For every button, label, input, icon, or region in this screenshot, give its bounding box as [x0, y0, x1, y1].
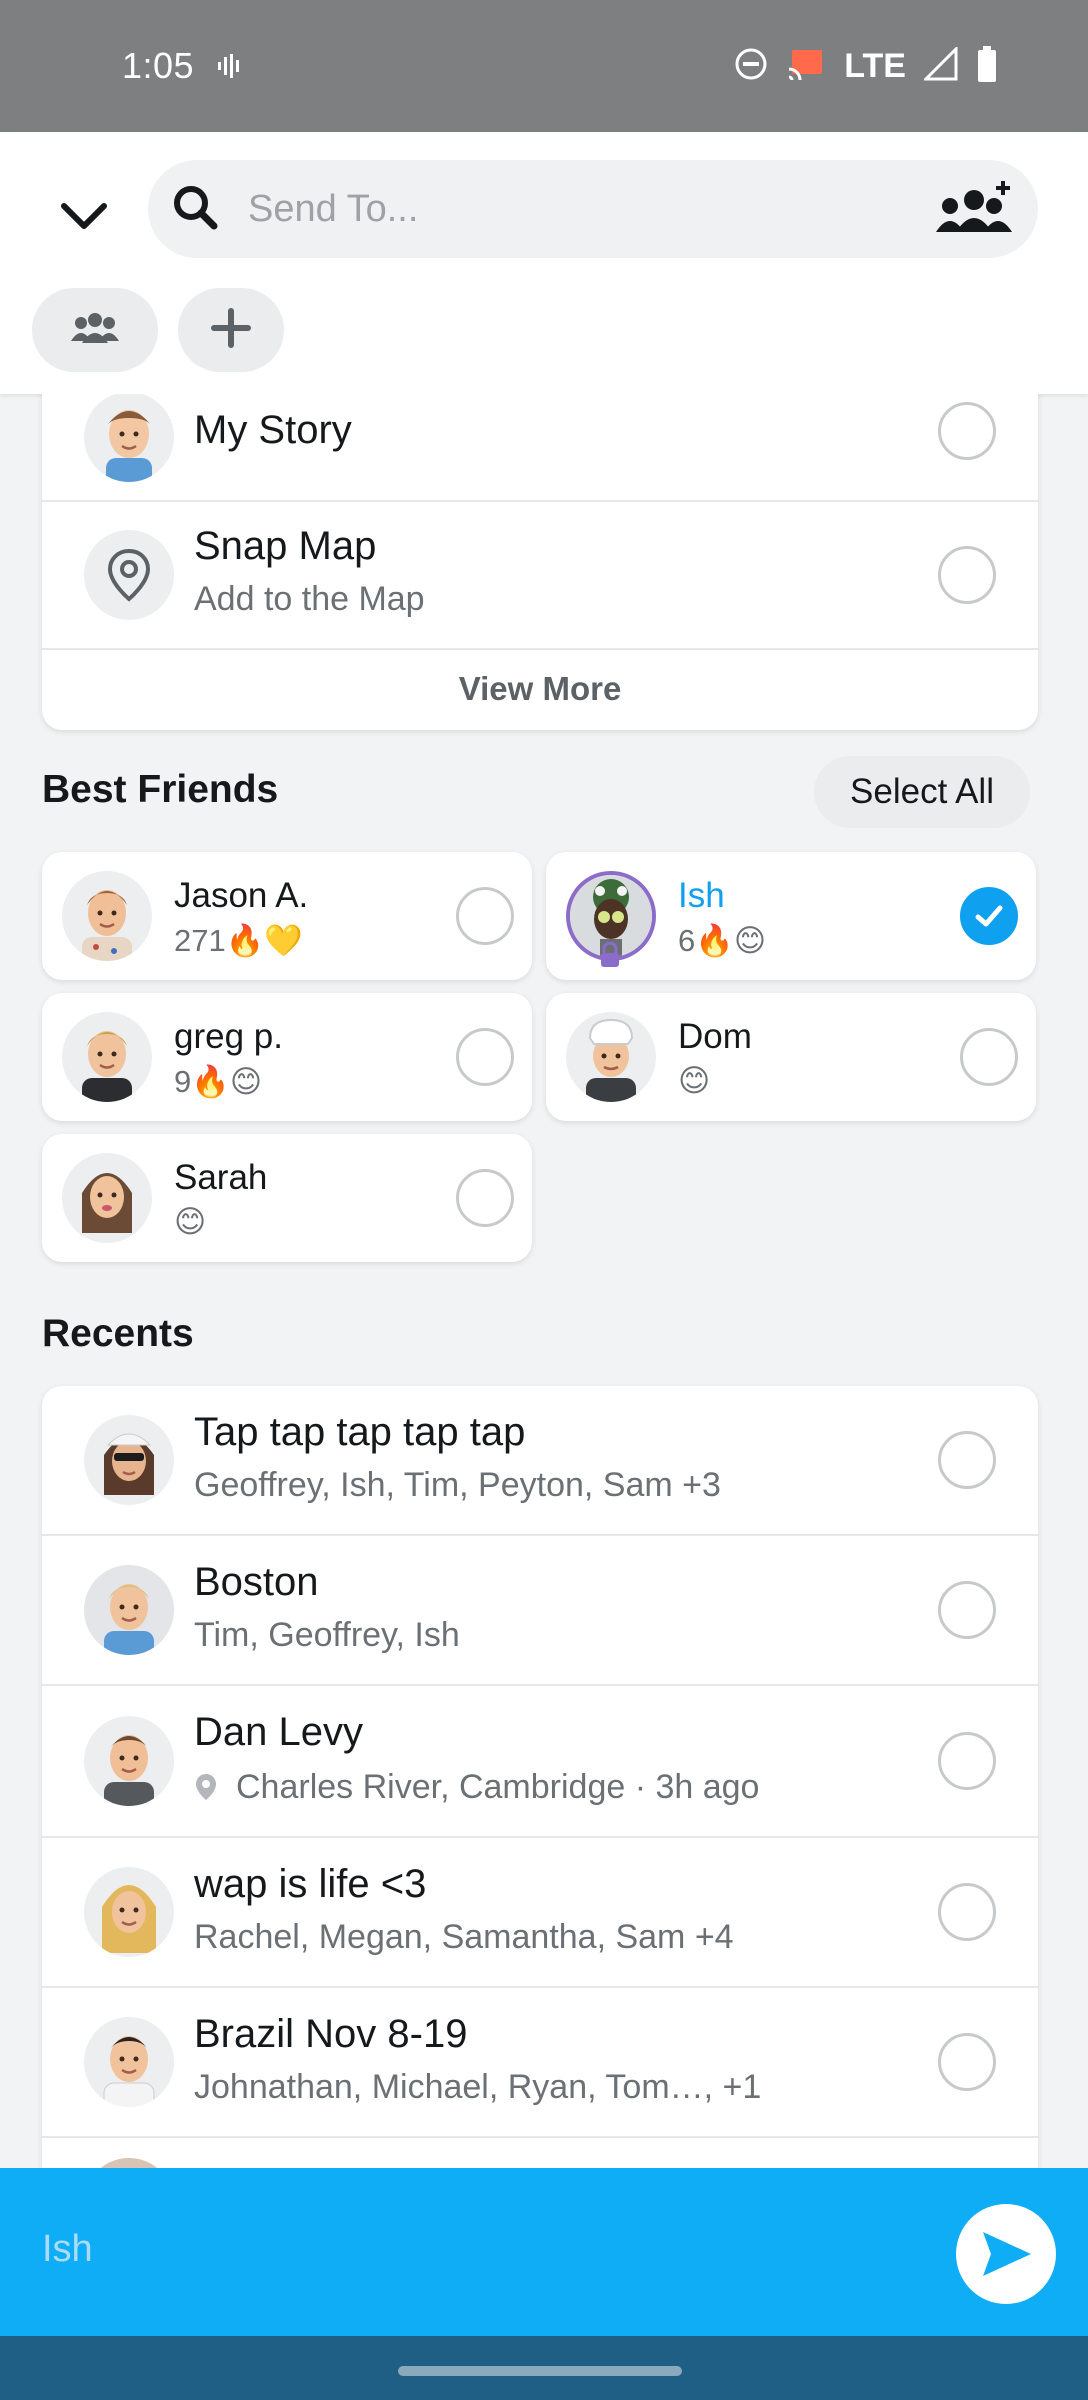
- row-subtitle: Rachel, Megan, Samantha, Sam +4: [194, 1918, 734, 1956]
- radio-button[interactable]: [938, 1732, 996, 1790]
- avatar: [84, 2158, 174, 2168]
- radio-button[interactable]: [938, 1581, 996, 1639]
- friend-tile-ish[interactable]: Ish 6🔥😊: [546, 852, 1036, 980]
- selected-recipients: Ish: [42, 2228, 93, 2270]
- avatar: [62, 871, 152, 961]
- send-bar: Ish: [0, 2168, 1088, 2336]
- recents-card: Tap tap tap tap tap Geoffrey, Ish, Tim, …: [42, 1386, 1038, 2168]
- avatar: [84, 1565, 174, 1655]
- radio-button[interactable]: [456, 887, 514, 945]
- radio-button[interactable]: [938, 402, 996, 460]
- search-placeholder: Send To...: [248, 187, 419, 230]
- avatar: [84, 1716, 174, 1806]
- search-icon: [170, 182, 220, 237]
- row-title: Brazil Nov 8-19: [194, 2012, 468, 2056]
- friend-streak: 271🔥💛: [174, 923, 303, 958]
- row-title: My Story: [194, 408, 352, 452]
- radio-button[interactable]: [456, 1028, 514, 1086]
- network-type: LTE: [844, 47, 906, 85]
- row-subtitle: Tim, Geoffrey, Ish: [194, 1616, 460, 1654]
- plus-icon: [209, 306, 253, 355]
- list-item[interactable]: wap is life <3 Rachel, Megan, Samantha, …: [42, 1838, 1038, 1986]
- friend-tile-dom[interactable]: Dom 😊: [546, 993, 1036, 1121]
- checkmark-icon: [975, 905, 1003, 927]
- row-title: Snap Map: [194, 524, 377, 568]
- friend-streak: 6🔥😊: [678, 923, 767, 958]
- list-item[interactable]: Dan Levy Charles River, Cambridge · 3h a…: [42, 1686, 1038, 1836]
- list-item[interactable]: Brazil Nov 8-19 Johnathan, Michael, Ryan…: [42, 1988, 1038, 2136]
- location-pin-icon: [84, 530, 174, 620]
- friend-tile-greg[interactable]: greg p. 9🔥😊: [42, 993, 532, 1121]
- select-all-button[interactable]: Select All: [814, 756, 1030, 828]
- row-title: Dan Levy: [194, 1710, 363, 1754]
- friend-name: greg p.: [174, 1017, 283, 1056]
- row-title: Boston: [194, 1560, 319, 1604]
- avatar: [62, 1012, 152, 1102]
- navigation-bar: [0, 2336, 1088, 2400]
- search-input[interactable]: Send To...: [148, 160, 1038, 258]
- chevron-down-icon[interactable]: [56, 188, 112, 244]
- view-more-button[interactable]: View More: [42, 670, 1038, 708]
- avatar: [566, 1012, 656, 1102]
- friend-name: Dom: [678, 1017, 752, 1056]
- status-bar: 1:05 LTE: [0, 0, 1088, 132]
- row-title: Tap tap tap tap tap: [194, 1410, 526, 1454]
- list-item[interactable]: Boston Tim, Geoffrey, Ish: [42, 1536, 1038, 1684]
- radio-button[interactable]: [456, 1169, 514, 1227]
- location-pin-icon: [194, 1772, 218, 1807]
- radio-button[interactable]: [938, 2033, 996, 2091]
- stories-card: My Story Snap Map Add to the Map View Mo…: [42, 394, 1038, 730]
- send-to-header: Send To...: [0, 132, 1088, 394]
- send-button[interactable]: [956, 2204, 1056, 2304]
- add-friends-icon[interactable]: [934, 180, 1014, 240]
- row-subtitle: Geoffrey, Ish, Tim, Peyton, Sam +3: [194, 1466, 721, 1504]
- add-chip[interactable]: [178, 288, 284, 372]
- avatar: [84, 1415, 174, 1505]
- avatar: [84, 1867, 174, 1957]
- lock-icon: [599, 941, 621, 973]
- friend-tile-jason[interactable]: Jason A. 271🔥💛: [42, 852, 532, 980]
- vibrate-icon: [214, 51, 244, 81]
- radio-button-checked[interactable]: [960, 887, 1018, 945]
- row-subtitle: Johnathan, Michael, Ryan, Tom…, +1: [194, 2068, 762, 2106]
- row-subtitle: Charles River, Cambridge · 3h ago: [236, 1768, 760, 1806]
- cast-icon: [786, 47, 826, 86]
- friend-streak: 9🔥😊: [174, 1064, 263, 1099]
- friend-name: Jason A.: [174, 876, 309, 915]
- new-group-chip[interactable]: [32, 288, 158, 372]
- row-title: wap is life <3: [194, 1862, 427, 1906]
- status-icons: LTE: [734, 45, 998, 87]
- friend-emoji: 😊: [678, 1063, 711, 1098]
- radio-button[interactable]: [938, 1883, 996, 1941]
- group-icon: [70, 311, 120, 350]
- avatar: [62, 1153, 152, 1243]
- battery-icon: [976, 46, 998, 87]
- best-friends-heading: Best Friends: [42, 768, 279, 811]
- friend-emoji: 😊: [174, 1204, 207, 1239]
- row-subtitle: Add to the Map: [194, 580, 425, 618]
- friend-name: Ish: [678, 876, 725, 915]
- home-indicator[interactable]: [398, 2366, 682, 2376]
- radio-button[interactable]: [960, 1028, 1018, 1086]
- signal-icon: [922, 45, 958, 86]
- list-item-my-story[interactable]: My Story: [42, 394, 1038, 500]
- radio-button[interactable]: [938, 546, 996, 604]
- send-arrow-icon: [983, 2232, 1031, 2276]
- list-item-snap-map[interactable]: Snap Map Add to the Map: [42, 502, 1038, 648]
- list-item-partial[interactable]: [42, 2138, 1038, 2168]
- friend-tile-sarah[interactable]: Sarah 😊: [42, 1134, 532, 1262]
- avatar: [84, 2017, 174, 2107]
- divider: [42, 648, 1038, 650]
- recents-heading: Recents: [42, 1312, 194, 1355]
- list-item[interactable]: Tap tap tap tap tap Geoffrey, Ish, Tim, …: [42, 1386, 1038, 1534]
- send-to-list[interactable]: My Story Snap Map Add to the Map View Mo…: [0, 394, 1088, 2168]
- do-not-disturb-icon: [734, 47, 768, 86]
- friend-name: Sarah: [174, 1158, 268, 1197]
- radio-button[interactable]: [938, 1431, 996, 1489]
- status-time: 1:05: [122, 45, 195, 86]
- avatar: [84, 394, 174, 482]
